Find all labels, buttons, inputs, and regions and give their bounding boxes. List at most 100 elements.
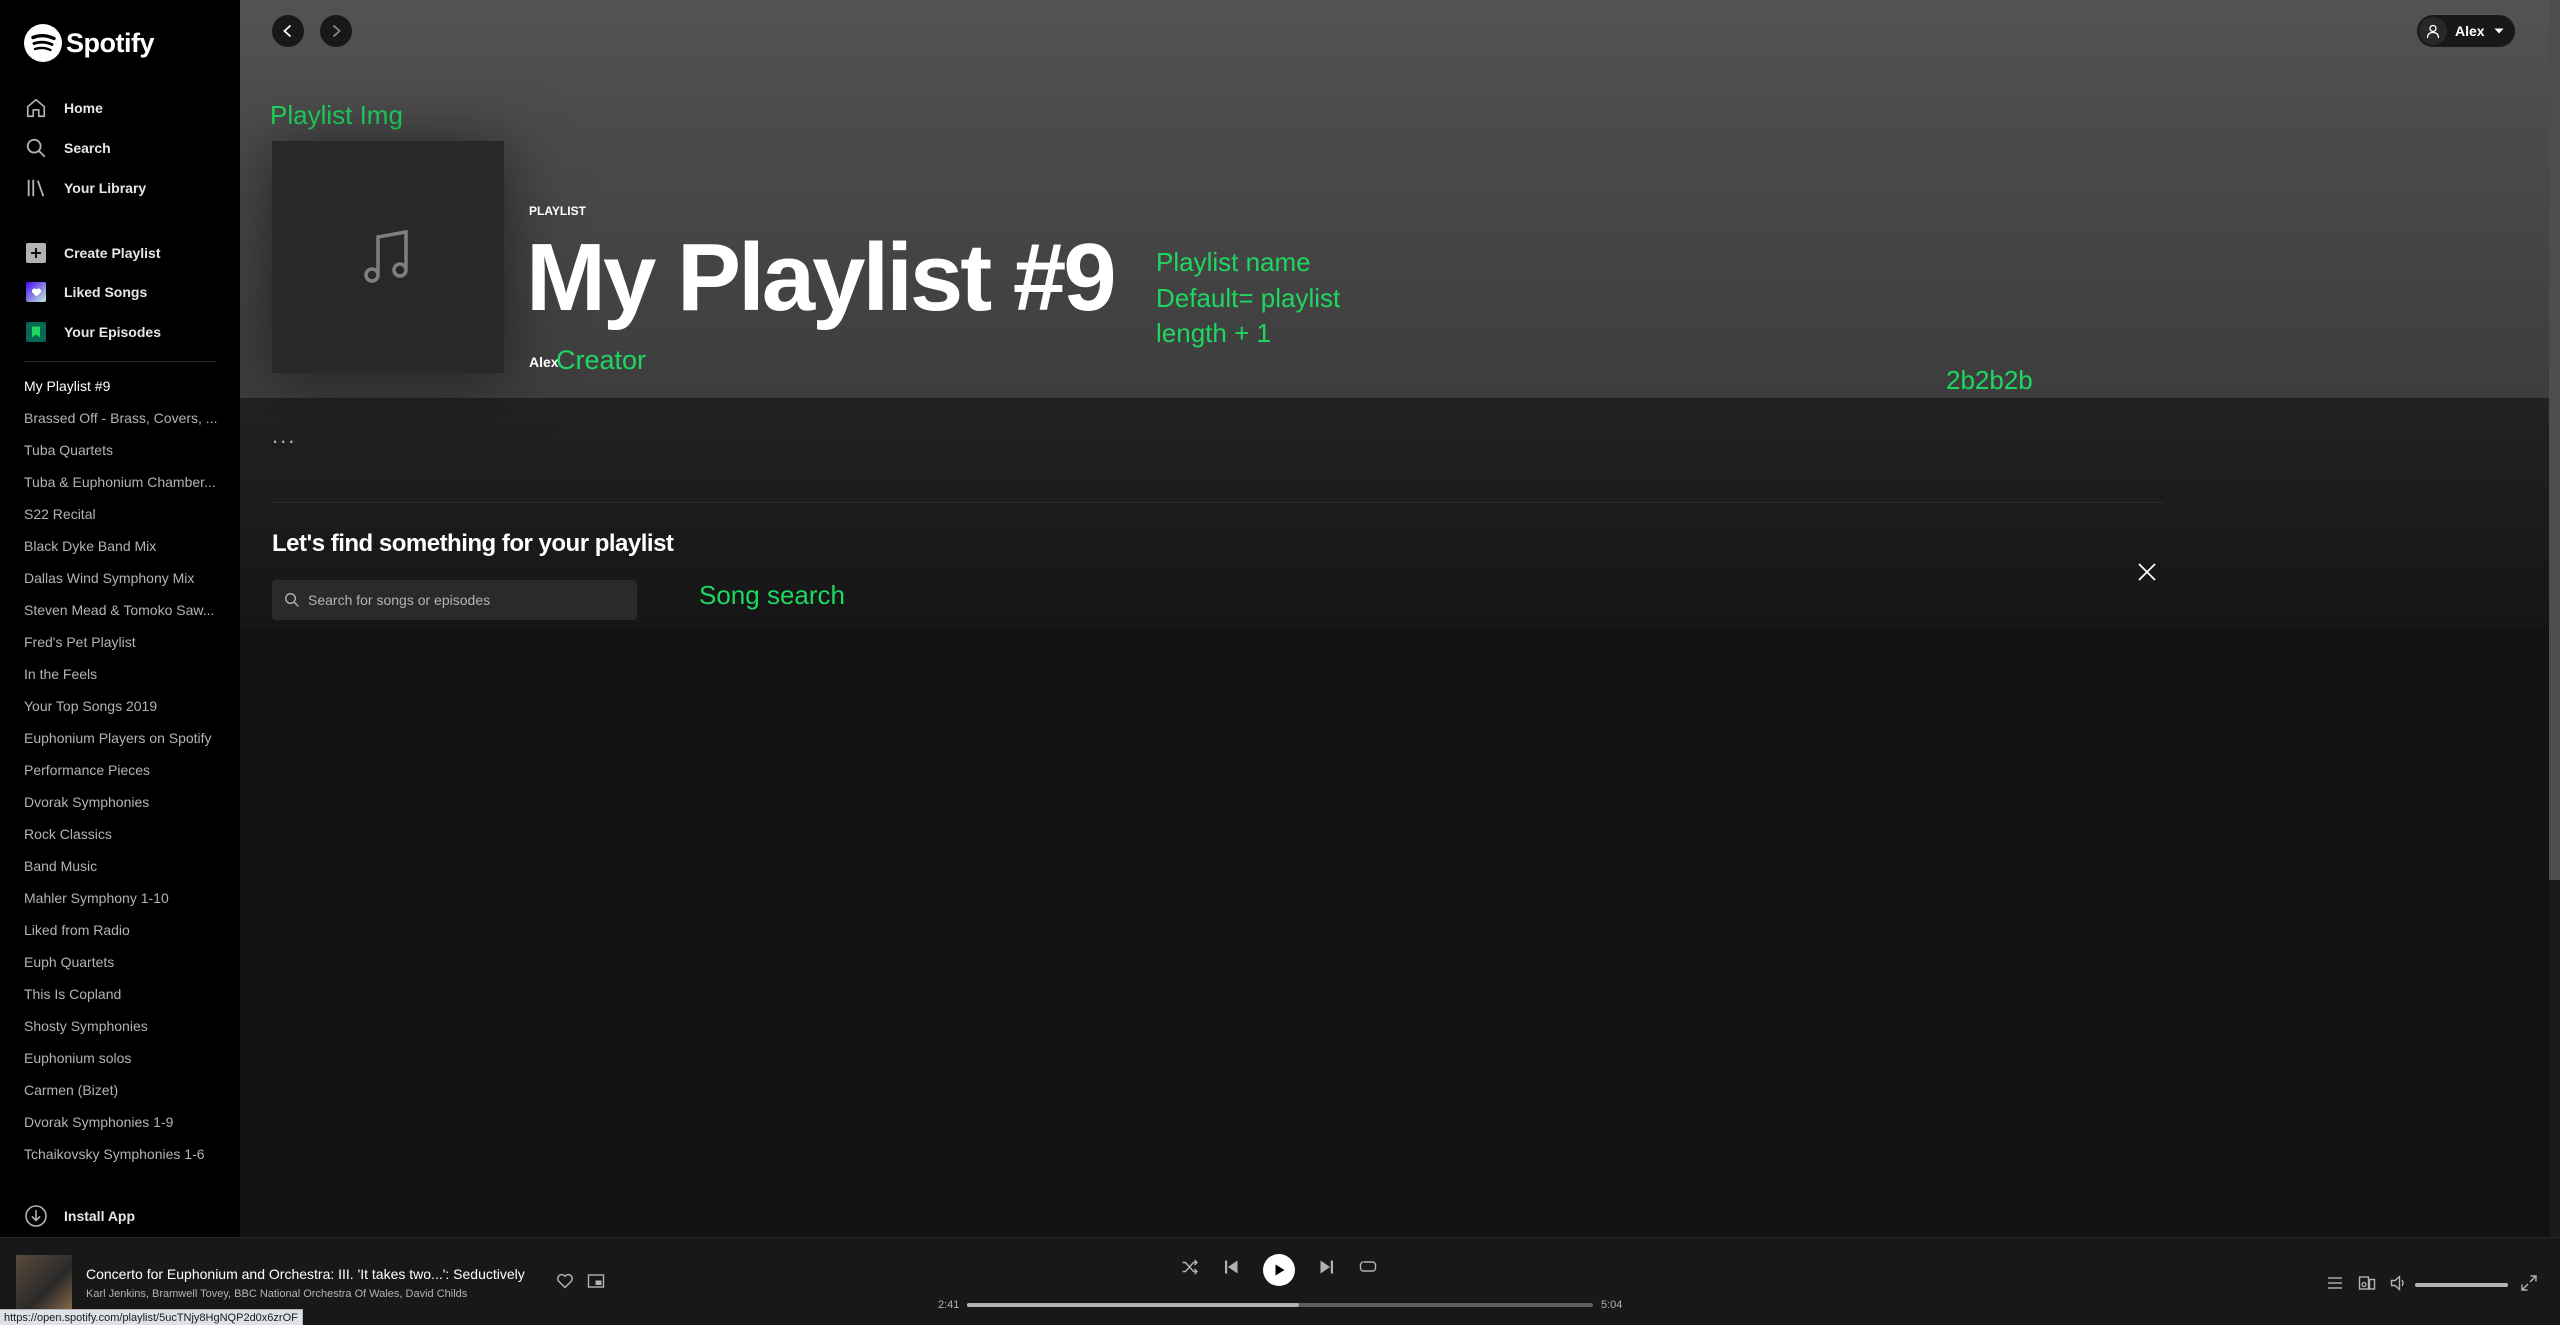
sidebar-playlist-item[interactable]: Tuba Quartets	[24, 438, 220, 470]
sidebar-playlist-item[interactable]: Euphonium Players on Spotify	[24, 726, 220, 758]
sidebar-playlist-item[interactable]: Tuba & Euphonium Chamber...	[24, 470, 220, 502]
home-icon	[24, 96, 48, 120]
section-divider	[272, 502, 2164, 503]
close-search-button[interactable]	[2131, 556, 2163, 588]
skip-back-icon	[1222, 1258, 1240, 1276]
volume-slider-fill	[2415, 1283, 2508, 1287]
more-options-button[interactable]: ...	[272, 425, 296, 447]
sidebar-playlist-item[interactable]: Fred's Pet Playlist	[24, 630, 220, 662]
annotation-color: 2b2b2b	[1946, 365, 2033, 395]
queue-button[interactable]	[2326, 1274, 2344, 1292]
liked-songs-button[interactable]: Liked Songs	[24, 276, 147, 308]
search-icon	[284, 592, 300, 608]
create-playlist-button[interactable]: Create Playlist	[24, 237, 161, 269]
forward-button[interactable]	[320, 15, 352, 47]
sidebar-divider	[24, 361, 216, 362]
sidebar-playlist-item[interactable]: S22 Recital	[24, 502, 220, 534]
sidebar-playlist-item[interactable]: Band Music	[24, 854, 220, 886]
repeat-button[interactable]	[1359, 1258, 1377, 1276]
repeat-icon	[1359, 1258, 1377, 1276]
sidebar-playlist-item[interactable]: Brassed Off - Brass, Covers, ...	[24, 406, 220, 438]
sidebar-playlist-item[interactable]: Mahler Symphony 1-10	[24, 886, 220, 918]
volume-slider[interactable]	[2415, 1283, 2508, 1287]
your-episodes-label: Your Episodes	[64, 324, 161, 340]
nav-your-library[interactable]: Your Library	[24, 172, 146, 204]
chevron-right-icon	[329, 24, 343, 38]
your-episodes-icon-wrap	[24, 320, 48, 344]
sidebar-playlist-item[interactable]: In the Feels	[24, 662, 220, 694]
sidebar-playlist-item[interactable]: Euph Quartets	[24, 950, 220, 982]
now-playing-cover[interactable]	[16, 1255, 72, 1311]
playlist-title[interactable]: My Playlist #9	[526, 218, 1117, 338]
nav-your-library-label: Your Library	[64, 180, 147, 196]
sidebar-playlist-item[interactable]: Euphonium solos	[24, 1046, 220, 1078]
spotify-logo[interactable]: Spotify	[24, 24, 155, 62]
sidebar-playlist-item[interactable]: Carmen (Bizet)	[24, 1078, 220, 1110]
sidebar-playlist-item[interactable]: Tchaikovsky Symphonies 1-6	[24, 1142, 220, 1174]
progress-bar[interactable]	[967, 1303, 1593, 1307]
connect-device-button[interactable]	[2358, 1274, 2376, 1292]
sidebar-playlist-item[interactable]: Your Top Songs 2019	[24, 694, 220, 726]
main-scrollbar-thumb[interactable]	[2549, 0, 2560, 880]
song-search-input[interactable]	[308, 592, 628, 608]
playlist-header-background	[240, 0, 2549, 398]
picture-in-picture-icon	[587, 1272, 605, 1290]
library-icon	[24, 176, 48, 200]
annotation-playlist-img: Playlist Img	[270, 100, 403, 130]
sidebar: Spotify Home Search Your Library Create …	[0, 0, 240, 1237]
user-icon	[2419, 17, 2447, 45]
sidebar-playlist-item[interactable]: Black Dyke Band Mix	[24, 534, 220, 566]
total-duration: 5:04	[1601, 1299, 1623, 1311]
devices-icon	[2358, 1274, 2376, 1292]
playlist-cover[interactable]	[272, 141, 504, 373]
now-playing-bar: Concerto for Euphonium and Orchestra: II…	[0, 1237, 2560, 1325]
playlist-creator[interactable]: Alex	[529, 354, 559, 370]
your-episodes-button[interactable]: Your Episodes	[24, 316, 161, 348]
annotation-playlist-name-1: Playlist name	[1156, 247, 1311, 277]
sidebar-playlist-item[interactable]: Liked from Radio	[24, 918, 220, 950]
user-name: Alex	[2455, 23, 2485, 39]
liked-songs-label: Liked Songs	[64, 284, 148, 300]
play-pause-button[interactable]	[1263, 1254, 1295, 1286]
expand-icon	[2520, 1274, 2538, 1292]
sidebar-playlist-item[interactable]: Rock Classics	[24, 822, 220, 854]
annotation-song-search: Song search	[699, 580, 845, 610]
sidebar-playlist-item[interactable]: Performance Pieces	[24, 758, 220, 790]
user-menu-button[interactable]: Alex	[2417, 15, 2515, 47]
mute-button[interactable]	[2390, 1274, 2408, 1292]
fullscreen-button[interactable]	[2520, 1274, 2538, 1292]
install-app-button[interactable]: Install App	[24, 1204, 135, 1228]
back-button[interactable]	[272, 15, 304, 47]
next-button[interactable]	[1318, 1258, 1336, 1276]
shuffle-button[interactable]	[1181, 1258, 1199, 1276]
main-view: Alex Playlist Img PLAYLIST My Playlist #…	[240, 0, 2549, 1237]
music-note-icon	[356, 225, 420, 289]
find-section-title: Let's find something for your playlist	[272, 530, 674, 557]
app-name: Spotify	[66, 27, 155, 58]
nav-search[interactable]: Search	[24, 132, 111, 164]
nav-home[interactable]: Home	[24, 92, 103, 124]
playlist-list: My Playlist #9 Brassed Off - Brass, Cove…	[24, 374, 220, 1174]
chevron-left-icon	[281, 24, 295, 38]
song-search-box[interactable]	[272, 580, 637, 620]
volume-icon	[2390, 1274, 2408, 1292]
like-button[interactable]	[556, 1272, 574, 1290]
caret-down-icon	[2493, 25, 2505, 37]
heart-outline-icon	[556, 1272, 574, 1290]
sidebar-playlist-item[interactable]: Shosty Symphonies	[24, 1014, 220, 1046]
annotation-playlist-name-2: Default= playlist	[1156, 283, 1341, 313]
sidebar-playlist-item[interactable]: This Is Copland	[24, 982, 220, 1014]
now-playing-artists[interactable]: Karl Jenkins, Bramwell Tovey, BBC Nation…	[86, 1288, 467, 1300]
previous-button[interactable]	[1222, 1258, 1240, 1276]
sidebar-playlist-item[interactable]: My Playlist #9	[24, 374, 220, 406]
sidebar-playlist-item[interactable]: Steven Mead & Tomoko Saw...	[24, 598, 220, 630]
spotify-logo-icon	[24, 24, 62, 62]
sidebar-playlist-item[interactable]: Dvorak Symphonies	[24, 790, 220, 822]
sidebar-playlist-item[interactable]: Dallas Wind Symphony Mix	[24, 566, 220, 598]
queue-icon	[2326, 1274, 2344, 1292]
install-app-label: Install App	[64, 1208, 136, 1224]
now-playing-title[interactable]: Concerto for Euphonium and Orchestra: II…	[86, 1266, 525, 1282]
sidebar-playlist-item[interactable]: Dvorak Symphonies 1-9	[24, 1110, 220, 1142]
main-scrollbar[interactable]	[2549, 0, 2560, 1237]
picture-in-picture-button[interactable]	[587, 1272, 605, 1290]
